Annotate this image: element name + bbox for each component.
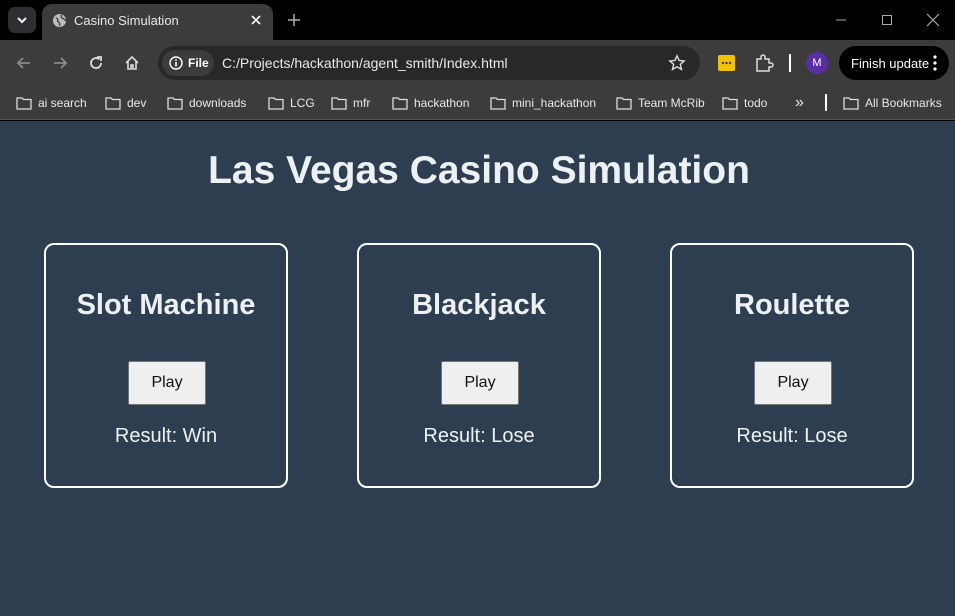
folder-icon <box>167 97 183 110</box>
folder-icon <box>843 97 859 110</box>
bookmark-folder-mini-hackathon[interactable]: mini_hackathon <box>490 93 596 113</box>
bookmark-folder-todo[interactable]: todo <box>722 93 767 113</box>
plus-icon <box>288 14 300 26</box>
game-title: Blackjack <box>412 289 546 321</box>
bookmark-label: downloads <box>189 96 247 110</box>
bookmark-label: mfr <box>353 96 371 110</box>
new-tab-button[interactable] <box>283 9 305 31</box>
bookmark-label: ai search <box>38 96 87 110</box>
game-title: Slot Machine <box>76 289 256 321</box>
folder-icon <box>16 97 32 110</box>
finish-update-button[interactable]: Finish update <box>839 46 949 80</box>
address-bar[interactable]: File C:/Projects/hackathon/agent_smith/I… <box>158 46 700 80</box>
folder-icon <box>268 97 284 110</box>
maximize-button[interactable] <box>875 8 899 32</box>
minimize-button[interactable] <box>829 8 853 32</box>
bookmark-folder-downloads[interactable]: downloads <box>167 93 246 113</box>
bookmark-label: LCG <box>290 96 315 110</box>
game-result: Result: Win <box>114 425 218 447</box>
bookmark-folder-team-mcrib[interactable]: Team McRib <box>616 93 705 113</box>
folder-icon <box>105 97 121 110</box>
extensions-button[interactable] <box>754 53 774 73</box>
bookmark-star-icon[interactable] <box>668 54 686 72</box>
bookmark-label: hackathon <box>414 96 470 110</box>
url-text[interactable]: C:/Projects/hackathon/agent_smith/Index.… <box>222 55 508 71</box>
folder-icon <box>331 97 347 110</box>
bookmarks-overflow-button[interactable]: » <box>795 93 804 113</box>
game-card-slot-machine: Slot Machine Play Result: Win <box>44 243 288 488</box>
game-title: Roulette <box>734 289 850 321</box>
close-window-button[interactable] <box>921 8 945 32</box>
folder-icon <box>490 97 506 110</box>
back-button[interactable] <box>12 51 36 75</box>
bookmark-folder-hackathon[interactable]: hackathon <box>392 93 469 113</box>
reload-button[interactable] <box>84 51 108 75</box>
toolbar-divider <box>789 54 791 72</box>
forward-arrow-icon <box>54 57 68 69</box>
game-card-roulette: Roulette Play Result: Lose <box>670 243 914 488</box>
profile-avatar[interactable]: M <box>806 52 828 74</box>
extension-icon[interactable] <box>718 55 735 71</box>
bookmark-folder-ai-search[interactable]: ai search <box>16 93 87 113</box>
puzzle-icon <box>756 54 774 72</box>
bookmarks-divider <box>825 94 827 111</box>
bookmark-label: Team McRib <box>638 96 705 110</box>
bookmarks-bar: ai search dev downloads LCG mfr hackatho… <box>0 86 955 120</box>
close-window-icon <box>926 13 940 27</box>
bookmark-label: todo <box>744 96 768 110</box>
folder-icon <box>722 97 738 110</box>
close-icon <box>251 15 261 25</box>
all-bookmarks-label: All Bookmarks <box>865 96 942 110</box>
maximize-icon <box>882 15 892 25</box>
kebab-menu-icon <box>933 55 937 71</box>
finish-update-label: Finish update <box>851 55 930 71</box>
forward-button[interactable] <box>48 51 72 75</box>
home-icon <box>125 55 139 70</box>
all-bookmarks-button[interactable]: All Bookmarks <box>843 93 942 113</box>
game-result: Result: Lose <box>736 425 848 447</box>
extension-dots-icon <box>721 61 732 65</box>
bookmark-label: mini_hackathon <box>512 96 597 110</box>
game-result: Result: Lose <box>423 425 535 447</box>
page-content: Las Vegas Casino Simulation Slot Machine… <box>0 121 955 616</box>
tab-title: Casino Simulation <box>74 13 179 28</box>
file-chip-label: File <box>188 56 209 70</box>
back-arrow-icon <box>16 57 30 69</box>
folder-icon <box>392 97 408 110</box>
tab-search-button[interactable] <box>8 7 36 33</box>
play-button[interactable]: Play <box>441 361 519 405</box>
tab-close-button[interactable] <box>247 11 265 29</box>
bookmark-folder-dev[interactable]: dev <box>105 93 146 113</box>
minimize-icon <box>836 19 846 21</box>
page-title: Las Vegas Casino Simulation <box>208 149 750 192</box>
tab-strip: Casino Simulation <box>0 0 955 40</box>
info-icon <box>169 56 183 70</box>
bookmark-folder-lcg[interactable]: LCG <box>268 93 315 113</box>
browser-tab[interactable]: Casino Simulation <box>42 4 273 40</box>
game-card-blackjack: Blackjack Play Result: Lose <box>357 243 601 488</box>
folder-icon <box>616 97 632 110</box>
bookmark-label: dev <box>127 96 147 110</box>
play-button[interactable]: Play <box>128 361 206 405</box>
reload-icon <box>90 56 102 69</box>
globe-icon <box>52 13 67 28</box>
site-info-chip[interactable]: File <box>162 50 214 76</box>
chevron-down-icon <box>17 17 27 24</box>
bookmark-folder-mfr[interactable]: mfr <box>331 93 370 113</box>
home-button[interactable] <box>120 51 144 75</box>
play-button[interactable]: Play <box>754 361 832 405</box>
